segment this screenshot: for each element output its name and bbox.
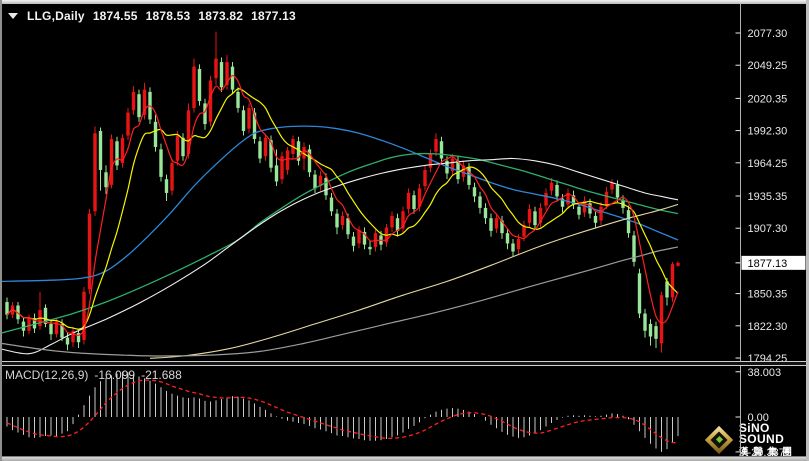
window-edge-top: [0, 0, 809, 4]
ohlc-low: 1873.82: [198, 9, 244, 23]
macd-histogram: [6, 371, 679, 452]
svg-text:2049.25: 2049.25: [748, 60, 788, 72]
svg-text:1964.25: 1964.25: [748, 158, 788, 170]
ohlc-high: 1878.53: [145, 9, 191, 23]
current-price-label: 1877.13: [735, 255, 806, 270]
svg-text:0.00: 0.00: [748, 412, 769, 424]
price-axis[interactable]: 2077.30 2049.25 2020.35 1992.30 1964.25 1935.…: [735, 28, 788, 365]
indicator-name: MACD(12,26,9): [5, 368, 89, 382]
macd-axis[interactable]: 38.0030.00-29.337: [735, 367, 785, 459]
window-edge-bottom: [0, 456, 809, 461]
svg-text:1877.13: 1877.13: [748, 258, 788, 270]
ohlc-close: 1877.13: [251, 9, 296, 23]
window-edge-left: [0, 0, 2, 461]
chart-window: 2077.30 2049.25 2020.35 1992.30 1964.25 1935.…: [0, 0, 809, 461]
svg-text:1822.30: 1822.30: [748, 321, 788, 333]
indicator-label: MACD(12,26,9) -16.099 -21.688: [5, 368, 188, 382]
indicator-signal-value: -21.688: [141, 368, 182, 382]
svg-text:1935.35: 1935.35: [748, 191, 788, 203]
svg-text:38.003: 38.003: [748, 367, 782, 379]
svg-text:2020.35: 2020.35: [748, 93, 788, 105]
svg-text:2077.30: 2077.30: [748, 28, 788, 40]
candles-layer: [5, 31, 680, 353]
panel-divider[interactable]: [0, 361, 809, 366]
symbol-timeframe: LLG,Daily: [27, 9, 85, 23]
ma-khaki: [149, 203, 679, 359]
ma-red: [6, 75, 679, 337]
ma-gray: [1, 246, 679, 357]
chart-title: LLG,Daily 1874.55 1878.53 1873.82 1877.1…: [8, 9, 296, 23]
symbol-marker-icon: [8, 13, 18, 19]
svg-text:1907.30: 1907.30: [748, 223, 788, 235]
svg-text:1992.30: 1992.30: [748, 126, 788, 138]
ma-lines-layer: [1, 75, 679, 359]
svg-text:1850.35: 1850.35: [748, 289, 788, 301]
indicator-macd-value: -16.099: [94, 368, 136, 382]
ohlc-open: 1874.55: [92, 9, 138, 23]
price-chart[interactable]: 2077.30 2049.25 2020.35 1992.30 1964.25 1935.…: [0, 0, 809, 461]
